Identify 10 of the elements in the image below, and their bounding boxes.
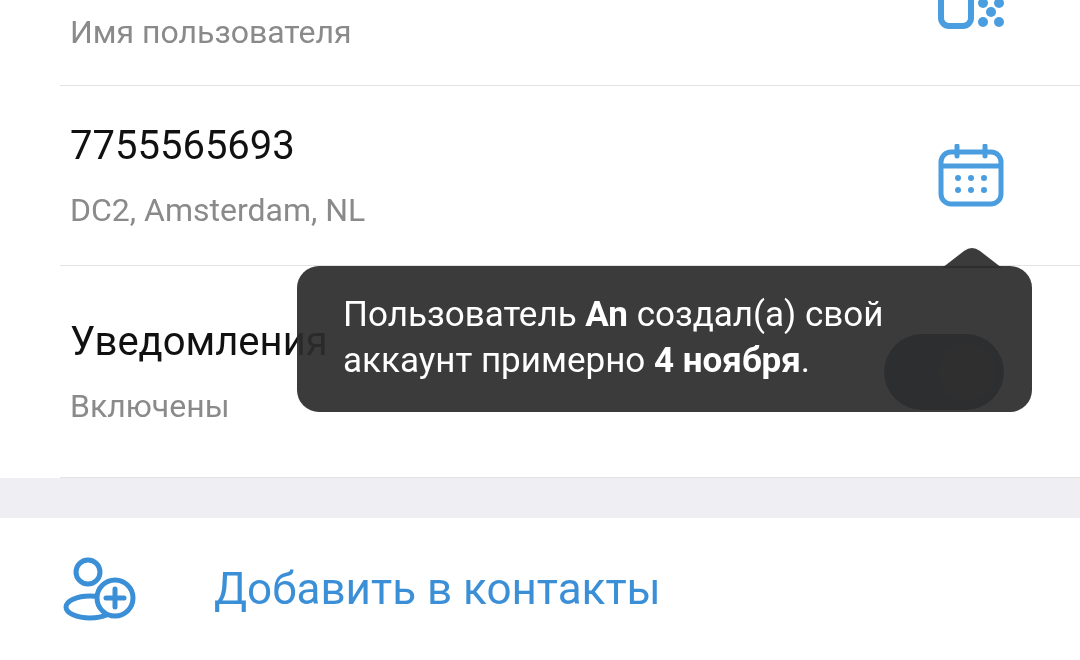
row-subtitle: DC2, Amsterdam, NL xyxy=(70,189,366,231)
calendar-icon[interactable] xyxy=(938,143,1004,208)
tooltip-text: Пользователь An создал(а) свой аккаунт примерно 4 ноября. xyxy=(343,293,885,383)
qr-code-icon[interactable] xyxy=(938,0,1004,30)
row-subtitle: Имя пользователя xyxy=(70,12,352,53)
add-to-contacts-label: Добавить в контакты xyxy=(214,562,661,617)
add-to-contacts-button[interactable]: Добавить в контакты xyxy=(0,518,1080,660)
add-contact-icon xyxy=(62,557,138,621)
row-subtitle: Включены xyxy=(70,385,231,427)
row-title: 7755565693 xyxy=(70,120,296,171)
